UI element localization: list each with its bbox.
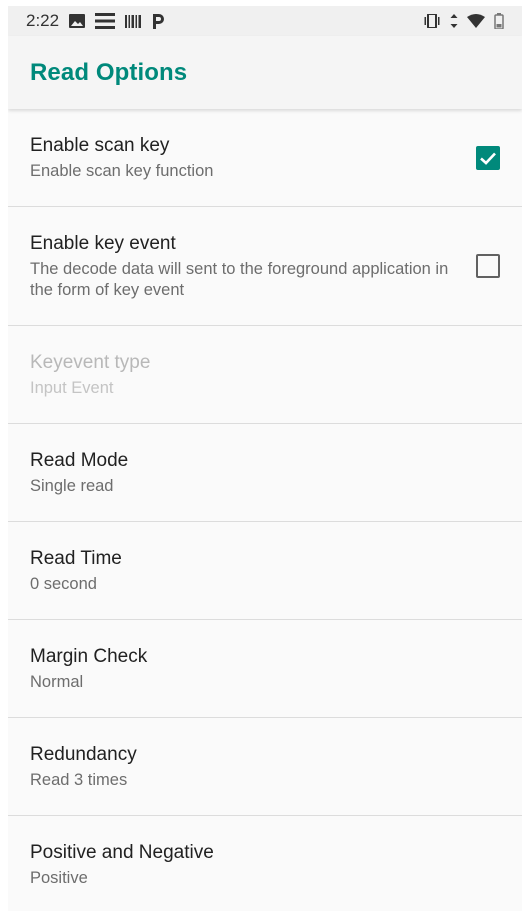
pref-title: Enable scan key [30, 135, 170, 156]
pref-redundancy[interactable]: Redundancy Read 3 times [8, 718, 522, 815]
pref-summary: Normal [30, 673, 84, 691]
image-icon [69, 14, 86, 28]
pref-enable-scan-key[interactable]: Enable scan key Enable scan key function [8, 109, 522, 206]
pref-read-mode[interactable]: Read Mode Single read [8, 424, 522, 521]
wifi-icon [467, 14, 485, 28]
pref-title: Keyevent type [30, 352, 151, 373]
enable-key-event-checkbox[interactable] [476, 254, 500, 278]
check-icon [480, 152, 496, 165]
pref-keyevent-type: Keyevent type Input Event [8, 326, 522, 423]
phone-screen: 2:22 Read Options Enable scan key Enable… [8, 6, 522, 911]
enable-scan-key-checkbox[interactable] [476, 145, 500, 170]
barcode-icon [125, 14, 142, 28]
page-title: Read Options [30, 58, 188, 86]
status-bar: 2:22 [8, 6, 522, 36]
pref-title: Redundancy [30, 744, 137, 765]
pref-title: Margin Check [30, 646, 148, 667]
status-time: 2:22 [26, 11, 60, 30]
pref-summary: Positive [30, 869, 88, 887]
pref-summary: The decode data will sent to the foregro… [30, 260, 449, 299]
pref-read-time[interactable]: Read Time 0 second [8, 522, 522, 619]
pref-summary: 0 second [30, 575, 97, 593]
pref-title: Positive and Negative [30, 842, 214, 863]
parking-icon [151, 13, 165, 29]
vibrate-icon [423, 14, 441, 28]
pref-summary: Input Event [30, 379, 114, 397]
pref-summary: Single read [30, 477, 114, 495]
menu-lines-icon [95, 13, 116, 29]
pref-title: Enable key event [30, 233, 176, 254]
pref-title: Read Mode [30, 450, 129, 471]
battery-icon [494, 13, 504, 29]
pref-summary: Enable scan key function [30, 162, 214, 180]
pref-enable-key-event[interactable]: Enable key event The decode data will se… [8, 207, 522, 325]
data-arrows-icon [450, 14, 458, 28]
pref-title: Read Time [30, 548, 122, 569]
pref-margin-check[interactable]: Margin Check Normal [8, 620, 522, 717]
pref-positive-and-negative[interactable]: Positive and Negative Positive [8, 816, 522, 911]
app-bar: Read Options [8, 36, 522, 109]
pref-summary: Read 3 times [30, 771, 128, 789]
